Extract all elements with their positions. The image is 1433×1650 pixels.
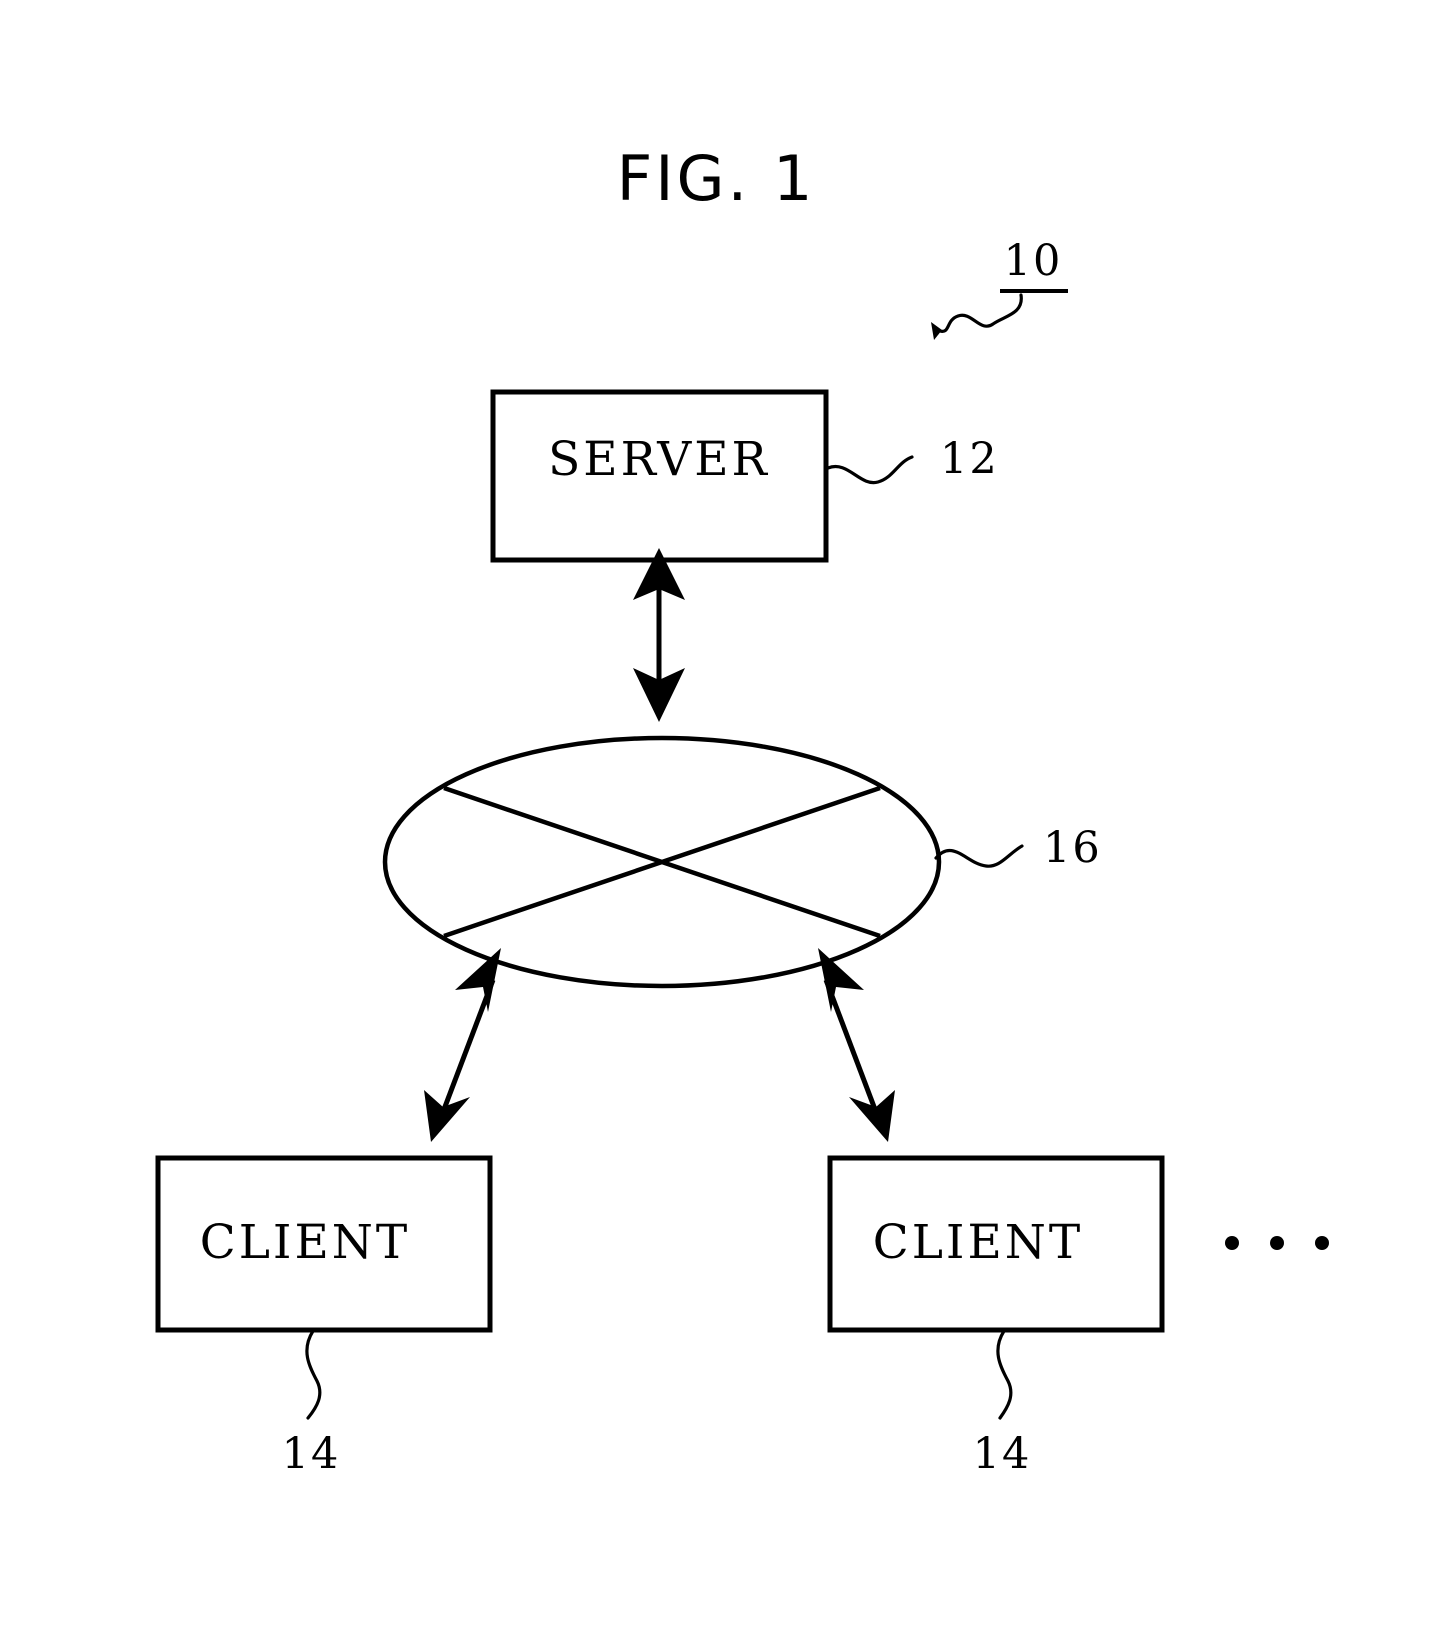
network-client-right-link-arrow — [818, 948, 895, 1142]
network-ref-16-group: 16 — [934, 823, 1102, 873]
network-client-left-link-arrow — [424, 948, 501, 1142]
client-right-node[interactable]: CLIENT — [827, 1155, 1165, 1333]
server-network-link-arrow — [633, 548, 685, 722]
server-label: SERVER — [548, 432, 770, 487]
client-left-arrow-shaft — [440, 979, 496, 1113]
client-right-label: CLIENT — [873, 1215, 1084, 1270]
client-right-ref-14-group: 14 — [973, 1329, 1032, 1479]
ref-10-arrowhead — [931, 322, 942, 340]
arrowhead-up-to-network-left — [455, 948, 501, 1012]
ellipsis-dot-1 — [1225, 1236, 1239, 1250]
ref-numeral-14-right: 14 — [973, 1429, 1032, 1479]
network-node[interactable] — [382, 735, 942, 989]
client-right-arrow-shaft — [823, 979, 879, 1113]
ref-numeral-16: 16 — [1043, 823, 1102, 873]
ellipsis-dot-2 — [1270, 1236, 1284, 1250]
ref-10-leader-line — [938, 293, 1023, 333]
patent-figure: FIG. 1 10 SERVER 12 16 CLIENT 14 CLIENT … — [0, 0, 1433, 1650]
ref-14-left-leader-line — [305, 1329, 322, 1420]
ref-12-leader-line — [826, 455, 914, 485]
server-node[interactable]: SERVER — [490, 389, 829, 563]
client-left-ref-14-group: 14 — [282, 1329, 341, 1479]
ref-14-right-leader-line — [996, 1329, 1013, 1420]
client-left-node[interactable]: CLIENT — [155, 1155, 493, 1333]
figure-canvas: FIG. 1 10 SERVER 12 16 CLIENT 14 CLIENT … — [155, 142, 1329, 1479]
system-ref-10-group: 10 — [931, 236, 1068, 340]
ref-numeral-14-left: 14 — [282, 1429, 341, 1479]
ellipsis-dot-3 — [1315, 1236, 1329, 1250]
ref-numeral-12: 12 — [940, 434, 999, 484]
server-ref-12-group: 12 — [826, 434, 999, 485]
client-left-label: CLIENT — [200, 1215, 411, 1270]
ref-16-leader-line — [934, 844, 1024, 868]
more-clients-ellipsis — [1225, 1236, 1329, 1250]
ref-numeral-10: 10 — [1004, 236, 1063, 286]
figure-title: FIG. 1 — [617, 142, 816, 215]
